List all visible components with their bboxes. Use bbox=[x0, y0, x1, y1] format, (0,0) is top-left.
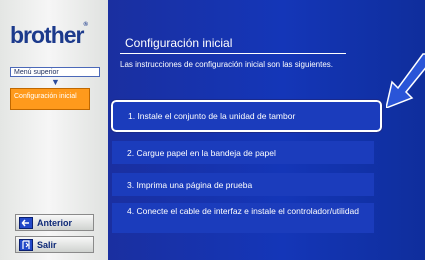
brand-logo: brother® bbox=[10, 22, 88, 48]
installer-window: brother® Menú superior ▼ Configuración i… bbox=[0, 0, 425, 260]
page-subtitle: Las instrucciones de configuración inici… bbox=[120, 60, 334, 69]
prev-button-label: Anterior bbox=[37, 217, 73, 228]
back-arrow-icon bbox=[19, 216, 33, 229]
nav-top-menu[interactable]: Menú superior bbox=[10, 67, 100, 77]
exit-button-label: Salir bbox=[37, 239, 57, 250]
nav-current-step[interactable]: Configuración inicial bbox=[10, 88, 90, 110]
step-item-2[interactable]: 2. Cargue papel en la bandeja de papel bbox=[112, 141, 374, 164]
exit-icon bbox=[19, 238, 33, 251]
pointer-arrow-icon bbox=[386, 53, 425, 108]
step-item-4[interactable]: 4. Conecte el cable de interfaz e instal… bbox=[112, 203, 374, 233]
main-panel: Configuración inicial Las instrucciones … bbox=[108, 0, 425, 260]
prev-button[interactable]: Anterior bbox=[15, 214, 94, 231]
page-title: Configuración inicial bbox=[125, 36, 233, 50]
title-divider bbox=[120, 53, 346, 54]
step-item-3[interactable]: 3. Imprima una página de prueba bbox=[112, 173, 374, 196]
exit-button[interactable]: Salir bbox=[15, 236, 94, 253]
sidebar: brother® Menú superior ▼ Configuración i… bbox=[0, 0, 108, 260]
down-arrow-icon: ▼ bbox=[51, 77, 60, 87]
step-item-1[interactable]: 1. Instale el conjunto de la unidad de t… bbox=[110, 99, 383, 133]
